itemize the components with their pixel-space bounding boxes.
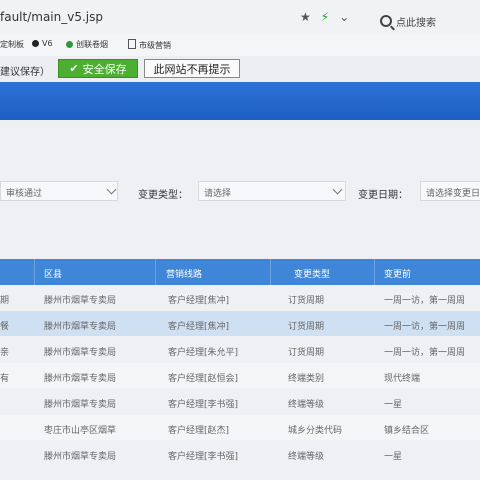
change-date-input[interactable]: 请选择变更日 [420, 181, 480, 201]
info-bar-hint: 建议保存） [0, 67, 50, 78]
cell-before: 一周一访，第一周周 [384, 296, 466, 306]
change-type-select[interactable]: 请选择 [198, 181, 346, 201]
bookmark-2[interactable]: V6 [32, 39, 53, 48]
star-icon[interactable]: ★ [300, 10, 311, 24]
url-field[interactable]: fault/main_v5.jsp [0, 10, 103, 24]
cell-route: 客户经理[赵恒会] [168, 374, 239, 384]
cell-edge: 期 [0, 296, 10, 306]
cell-before: 一星 [384, 452, 403, 462]
cell-before: 现代终端 [384, 374, 421, 384]
column-header-before[interactable]: 变更前 [384, 267, 411, 280]
page-icon [128, 39, 136, 49]
app-header [0, 82, 480, 120]
cell-county: 滕州市烟草专卖局 [44, 296, 117, 306]
cell-change-type: 订货周期 [288, 348, 325, 358]
bolt-icon[interactable]: ⚡ [321, 10, 329, 24]
cell-route: 客户经理[焦冲] [168, 296, 230, 306]
column-header-route[interactable]: 营销线路 [166, 267, 202, 280]
search-icon[interactable] [380, 15, 392, 27]
address-bar-icons: ★ ⚡ ⌄ [300, 10, 359, 24]
cell-edge: 亲 [0, 348, 10, 358]
status-select[interactable]: 审核通过 [0, 181, 118, 201]
cell-route: 客户经理[李书强] [168, 452, 239, 462]
column-divider [34, 259, 35, 285]
cell-change-type: 订货周期 [288, 296, 325, 306]
cell-route: 客户经理[焦冲] [168, 322, 230, 332]
column-header-change-type[interactable]: 变更类型 [294, 267, 330, 280]
cell-edge: 有 [0, 374, 10, 384]
bookmark-4[interactable]: 市级营销 [128, 39, 171, 51]
column-divider [155, 259, 156, 285]
cell-change-type: 终端等级 [288, 452, 325, 462]
cell-change-type: 城乡分类代码 [288, 426, 343, 436]
cell-county: 枣庄市山亭区烟草 [44, 426, 117, 436]
cell-route: 客户经理[赵杰] [168, 426, 230, 436]
cell-before: 一周一访，第一周周 [384, 348, 466, 358]
change-date-label: 变更日期： [358, 190, 408, 201]
cell-county: 滕州市烟草专卖局 [44, 452, 117, 462]
cell-before: 一周一访，第一周周 [384, 322, 466, 332]
cell-edge: 餐 [0, 322, 10, 332]
cell-county: 滕州市烟草专卖局 [44, 322, 117, 332]
never-show-button[interactable]: 此网站不再提示 [144, 59, 240, 78]
search-box[interactable]: 点此搜索 [396, 14, 436, 29]
check-icon: ✔ [69, 62, 79, 75]
bookmark-3[interactable]: 创联卷烟 [66, 39, 108, 50]
bookmark-icon [66, 41, 73, 48]
cell-route: 客户经理[李书强] [168, 400, 239, 410]
cell-change-type: 订货周期 [288, 322, 325, 332]
bookmark-icon [32, 40, 39, 47]
cell-county: 滕州市烟草专卖局 [44, 348, 117, 358]
cell-change-type: 终端类别 [288, 374, 325, 384]
cell-before: 镇乡结合区 [384, 426, 430, 436]
cell-change-type: 终端等级 [288, 400, 325, 410]
column-header-county[interactable]: 区县 [44, 267, 62, 280]
change-type-label: 变更类型： [138, 190, 188, 201]
chevron-down-icon[interactable]: ⌄ [339, 10, 349, 24]
cell-before: 一星 [384, 400, 403, 410]
bookmark-1[interactable]: 定制板 [0, 39, 24, 50]
safe-save-button[interactable]: ✔ 安全保存 [58, 59, 138, 78]
column-divider [270, 259, 271, 285]
cell-route: 客户经理[朱允平] [168, 348, 239, 358]
column-divider [374, 259, 375, 285]
cell-county: 滕州市烟草专卖局 [44, 400, 117, 410]
cell-county: 滕州市烟草专卖局 [44, 374, 117, 384]
